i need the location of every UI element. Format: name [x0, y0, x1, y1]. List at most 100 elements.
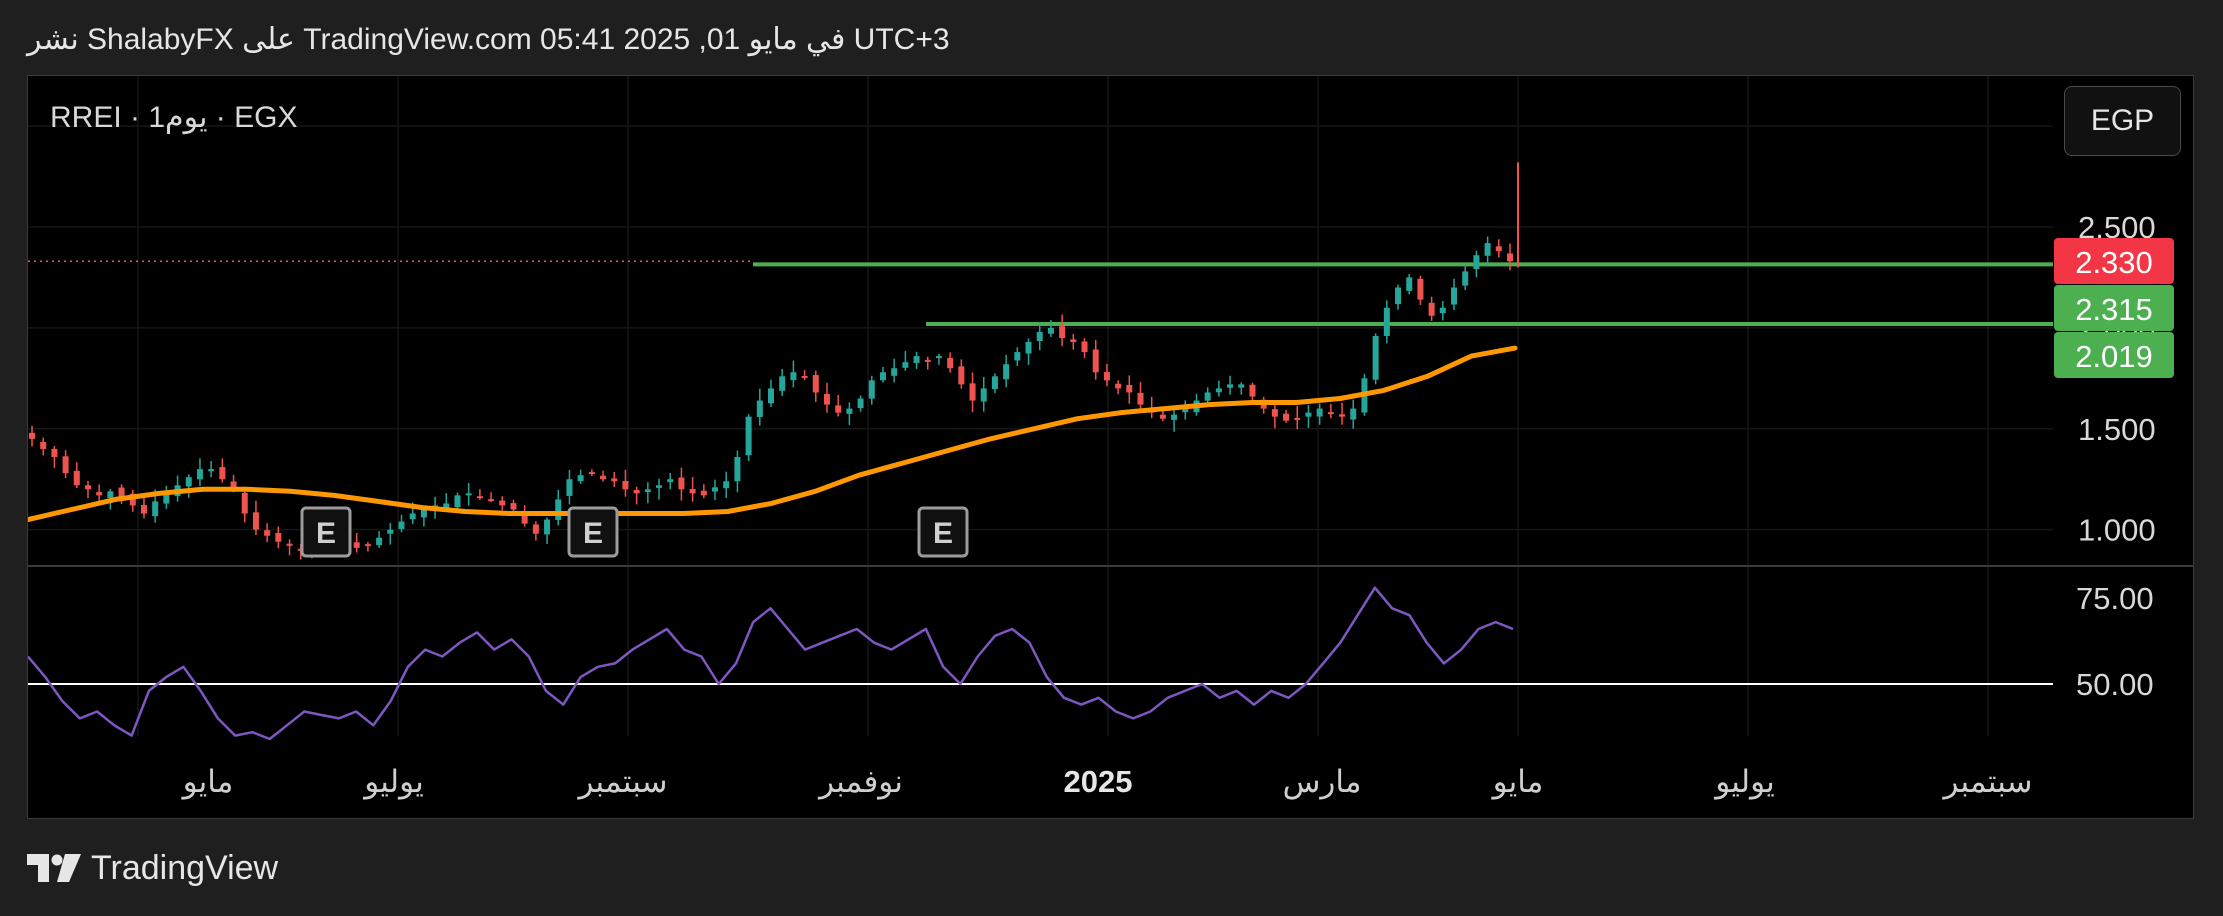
candle-body: [622, 480, 629, 490]
candle-body: [1238, 384, 1245, 388]
candle-body: [1070, 339, 1077, 343]
candle-body: [823, 394, 830, 405]
time-tick-label: نوفمبر: [817, 764, 903, 800]
candle-body: [409, 513, 416, 520]
candle-body: [1249, 384, 1256, 397]
candle-body: [62, 456, 69, 474]
candle-body: [140, 505, 147, 514]
tradingview-brand: TradingView: [91, 848, 279, 887]
candle-body: [510, 503, 517, 510]
candle-body: [241, 492, 248, 514]
candle-body: [1159, 414, 1166, 419]
rsi-tick-label: 50.00: [2076, 667, 2154, 702]
candle-body: [376, 537, 383, 546]
candle-body: [611, 478, 618, 482]
candle-body: [1327, 412, 1334, 415]
candle-body: [275, 532, 282, 542]
candle-body: [532, 524, 539, 534]
candle-body: [364, 544, 371, 547]
chart-canvas[interactable]: EEE 1.0001.5002.0002.5003.00050.0075.00 …: [28, 76, 2193, 818]
candle-body: [107, 491, 114, 498]
candle-body: [756, 400, 763, 417]
candle-body: [633, 489, 640, 494]
candle-body: [913, 356, 920, 363]
candle-body: [835, 405, 842, 413]
candle-body: [991, 376, 998, 390]
tradingview-logo[interactable]: TradingView: [27, 848, 278, 888]
candle-body: [577, 475, 584, 482]
candle-body: [1227, 384, 1234, 388]
price-badge: 2.330: [2054, 238, 2174, 284]
candle-body: [846, 408, 853, 414]
candle-body: [1395, 287, 1402, 305]
publish-header: نشر ShalabyFX على TradingView.com 05:41 …: [27, 23, 950, 56]
candle-body: [723, 481, 730, 489]
candle-body: [1294, 417, 1301, 420]
candle-body: [779, 376, 786, 391]
candle-body: [219, 467, 226, 480]
candle-body: [700, 490, 707, 496]
candle-body: [465, 493, 472, 496]
candle-body: [84, 485, 91, 490]
price-badge-label: 2.315: [2075, 292, 2153, 327]
candle-body: [1126, 385, 1133, 393]
candle-body: [96, 492, 103, 496]
candle-body: [1204, 392, 1211, 401]
chart-frame[interactable]: EEE 1.0001.5002.0002.5003.00050.0075.00 …: [27, 75, 2194, 819]
candle-body: [454, 495, 461, 508]
candle-body: [1115, 383, 1122, 389]
candle-body: [745, 416, 752, 456]
time-tick-label: يوليو: [362, 764, 423, 800]
price-badge: 2.315: [2054, 285, 2174, 331]
candle-body: [1283, 413, 1290, 421]
time-tick-label: مارس: [1283, 764, 1362, 800]
price-tick-label: 1.500: [2078, 412, 2156, 447]
earnings-marker: E: [917, 506, 969, 558]
rsi-line: [28, 586, 1514, 741]
candle-body: [969, 383, 976, 401]
candle-body: [924, 359, 931, 362]
earnings-marker: E: [300, 506, 352, 558]
price-tick-label: 1.000: [2078, 513, 2156, 548]
time-tick-label: مايو: [181, 764, 234, 800]
candle-body: [152, 501, 159, 517]
candle-body: [1014, 352, 1021, 361]
candle-body: [1339, 414, 1346, 417]
candle-body: [812, 375, 819, 393]
currency-button[interactable]: EGP: [2064, 86, 2181, 156]
candle-body: [286, 543, 293, 546]
earnings-marker-label: E: [933, 517, 953, 550]
candle-body: [857, 398, 864, 409]
candle-body: [555, 499, 562, 520]
candle-body: [1417, 278, 1424, 300]
candle-body: [902, 362, 909, 368]
candle-body: [1495, 246, 1502, 252]
candle-body: [29, 432, 35, 439]
candle-body: [1439, 307, 1446, 314]
candle-body: [935, 356, 942, 359]
candle-body: [1372, 335, 1379, 380]
candle-body: [891, 368, 898, 376]
candle-body: [1059, 326, 1066, 338]
tradingview-logo-icon: [27, 854, 81, 882]
time-tick-label: مايو: [1491, 764, 1544, 800]
time-tick-label: يوليو: [1713, 764, 1774, 800]
symbol-info: RREI · 1يوم · EGX: [50, 101, 298, 134]
candle-body: [1451, 287, 1458, 305]
candle-body: [1350, 408, 1357, 420]
candle-body: [208, 469, 215, 472]
time-tick-label: سبتمبر: [1941, 764, 2032, 800]
candle-body: [40, 441, 47, 449]
candle-body: [196, 469, 203, 480]
candle-body: [644, 489, 651, 493]
price-badge-label: 2.330: [2075, 245, 2153, 280]
candle-body: [1103, 372, 1110, 381]
candle-body: [947, 357, 954, 369]
candle-body: [801, 376, 808, 379]
candle-body: [1036, 331, 1043, 342]
candle-body: [1316, 408, 1323, 417]
time-tick-label: 2025: [1064, 764, 1133, 799]
candle-body: [185, 477, 192, 487]
price-badge: 2.019: [2054, 332, 2174, 378]
candle-body: [1428, 302, 1435, 316]
